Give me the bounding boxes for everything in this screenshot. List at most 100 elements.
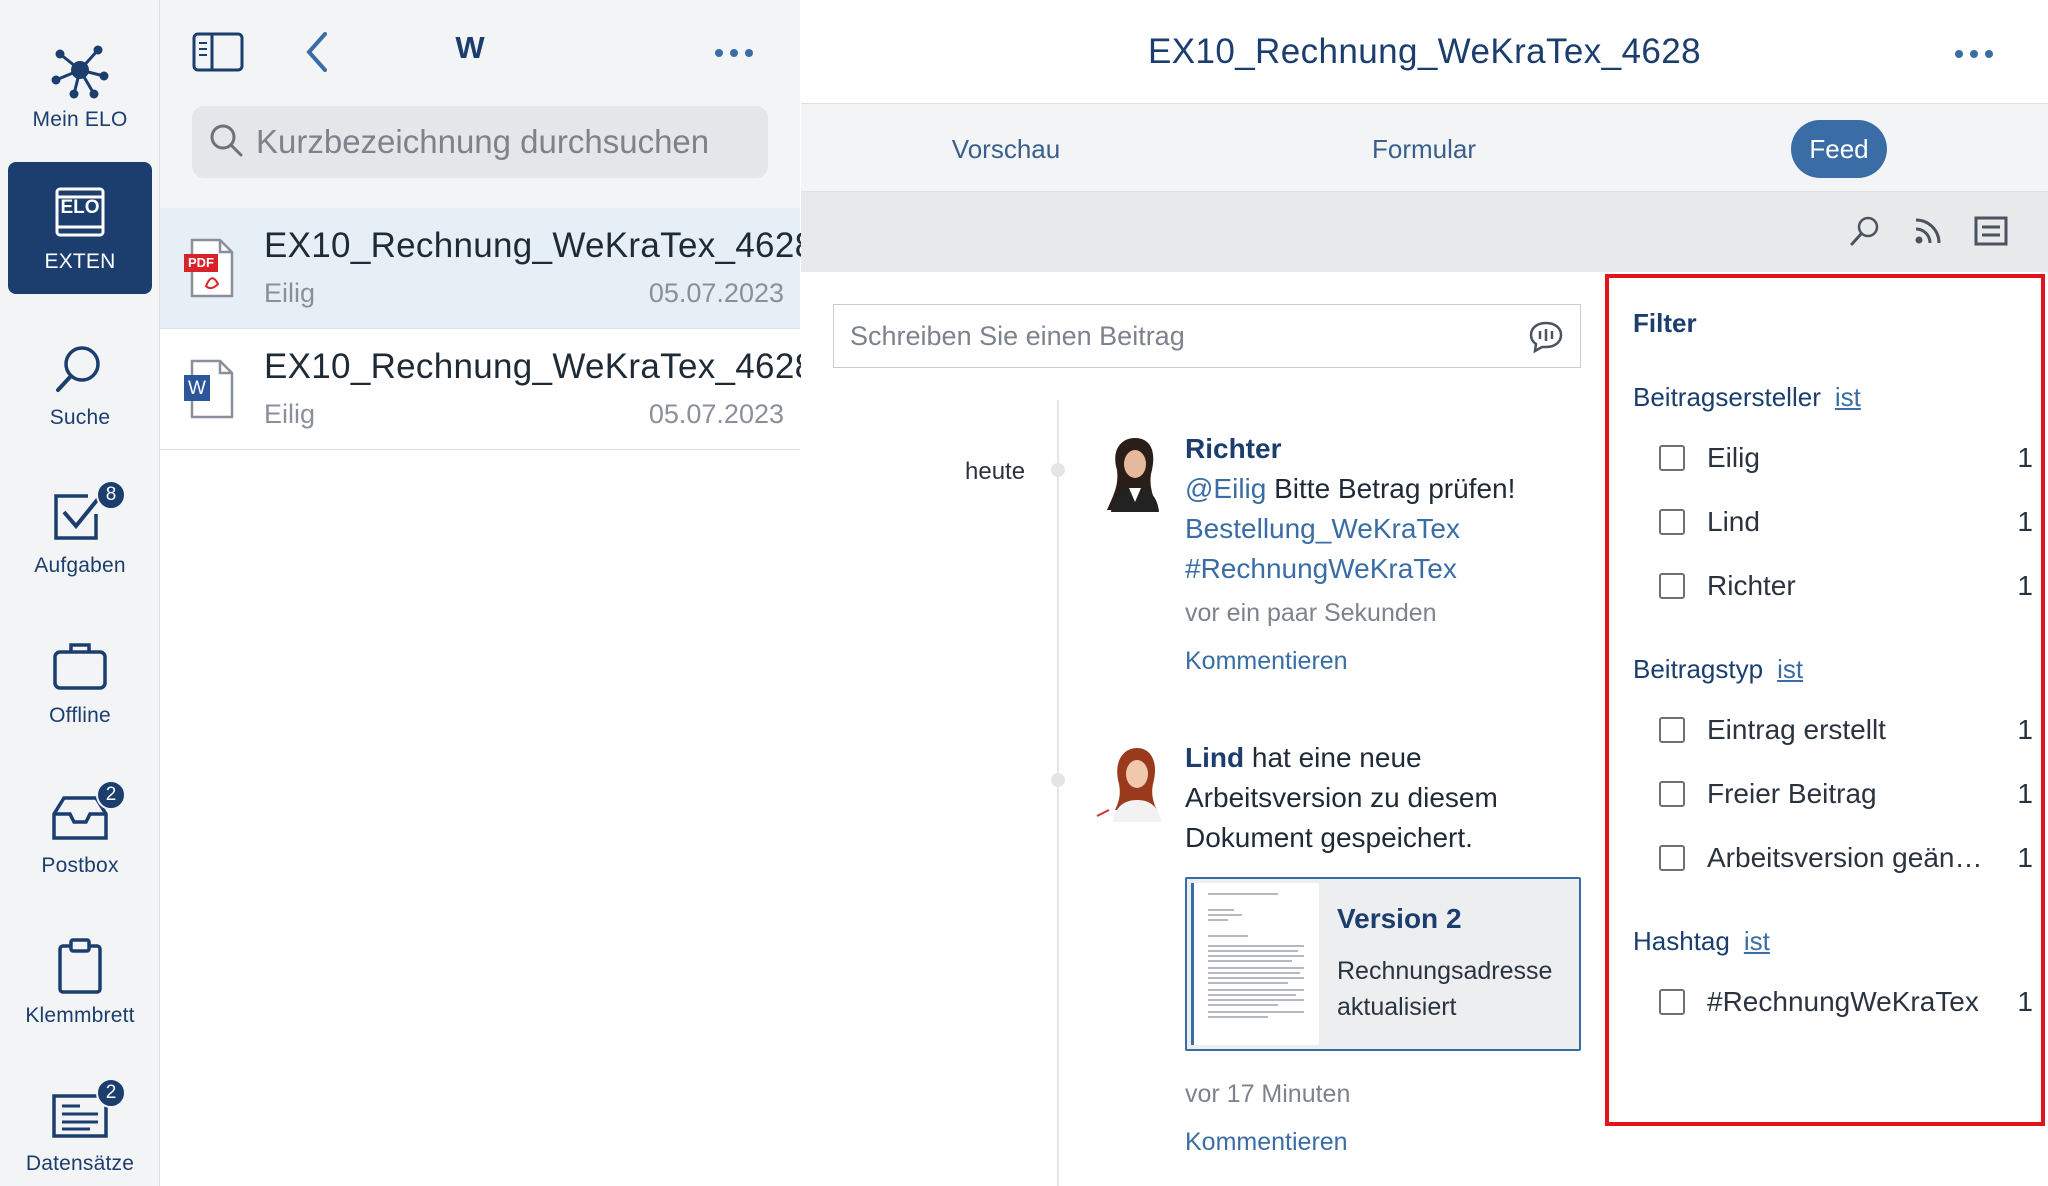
rail-label: Offline — [49, 704, 111, 727]
version-card[interactable]: Version 2 Rechnungsadresse aktualisiert — [1185, 877, 1581, 1051]
comment-button[interactable]: Kommentieren — [1185, 641, 1605, 681]
comment-button[interactable]: Kommentieren — [1185, 1122, 1605, 1162]
filter-panel: Filter Beitragsersteller ist Eilig 1 Lind… — [1605, 274, 2045, 1126]
rail-item-offline[interactable]: Offline — [8, 616, 152, 748]
chevron-left-icon — [301, 30, 331, 79]
task-count-badge: 8 — [96, 480, 126, 510]
day-label: heute — [965, 458, 1026, 485]
checkbox[interactable] — [1659, 845, 1685, 871]
filter-title: Filter — [1633, 308, 1697, 338]
checkbox[interactable] — [1659, 989, 1685, 1015]
filter-group-name: Beitragstyp — [1633, 654, 1764, 684]
elo-icon-text: ELO — [60, 197, 100, 218]
tab-formular[interactable]: Formular — [1319, 120, 1529, 178]
detail-panel: EX10_Rechnung_WeKraTex_4628 Vorschau For… — [801, 0, 2048, 1186]
feed-entry: Richter @Eilig Bitte Betrag prüfen! Best… — [1185, 429, 1605, 681]
filter-option-eintrag-erstellt[interactable]: Eintrag erstellt 1 — [1659, 710, 2033, 750]
avatar[interactable] — [1093, 430, 1175, 512]
filter-option-count: 1 — [2017, 842, 2033, 873]
mention-link[interactable]: @Eilig — [1185, 473, 1266, 504]
document-owner: Eilig — [264, 278, 316, 308]
filter-list-icon — [1974, 216, 2008, 251]
filter-option-lind[interactable]: Lind 1 — [1659, 502, 2033, 542]
search-icon — [208, 122, 244, 163]
checkbox[interactable] — [1659, 445, 1685, 471]
feed-author[interactable]: Richter — [1185, 433, 1281, 464]
page-title: EX10_Rechnung_WeKraTex_4628 — [1147, 32, 1702, 71]
rail-item-suche[interactable]: Suche — [8, 318, 152, 450]
list-more-button[interactable] — [704, 26, 764, 82]
avatar[interactable] — [1093, 740, 1175, 822]
document-date: 05.07.2023 — [648, 278, 784, 308]
feed-toolbar — [801, 192, 2048, 272]
feed-text: Bitte Betrag prüfen! — [1266, 473, 1516, 504]
tab-feed[interactable]: Feed — [1791, 120, 1887, 178]
feed-subscribe-button[interactable] — [1905, 210, 1951, 256]
clipboard-icon — [48, 936, 112, 996]
records-count-badge: 2 — [96, 1078, 126, 1108]
document-thumbnail — [1191, 883, 1319, 1045]
elo-archive-icon: ELO — [48, 182, 112, 242]
feed-entry-footer: vor 17 Minuten Kommentieren — [1185, 1070, 1605, 1162]
filter-option-label: Lind — [1707, 506, 1760, 537]
filter-option-freier-beitrag[interactable]: Freier Beitrag 1 — [1659, 774, 2033, 814]
checkbox[interactable] — [1659, 781, 1685, 807]
checkbox[interactable] — [1659, 573, 1685, 599]
filter-option-eilig[interactable]: Eilig 1 — [1659, 438, 2033, 478]
rail-item-aufgaben[interactable]: 8 Aufgaben — [8, 466, 152, 598]
feed-author[interactable]: Lind — [1185, 742, 1244, 773]
filter-option-hashtag-rechnungwekratex[interactable]: #RechnungWeKraTex 1 — [1659, 982, 2033, 1022]
list-header: W — [160, 0, 800, 208]
filter-option-richter[interactable]: Richter 1 — [1659, 566, 2033, 606]
post-input[interactable] — [850, 320, 1490, 352]
list-empty-area — [160, 450, 800, 1186]
rail-label: Datensätze — [25, 1152, 135, 1175]
word-file-icon: W — [184, 359, 236, 421]
toggle-sidebar-button[interactable] — [188, 26, 248, 82]
detail-more-button[interactable] — [1944, 30, 2004, 80]
feed-search-button[interactable] — [1842, 210, 1888, 256]
post-composer[interactable] — [833, 304, 1581, 368]
pdf-file-icon: PDF — [184, 238, 236, 300]
rail-item-postbox[interactable]: 2 Postbox — [8, 766, 152, 898]
tasks-check-icon: 8 — [48, 480, 126, 546]
rail-item-mein-elo[interactable]: Mein ELO — [8, 20, 152, 152]
filter-option-label: Arbeitsversion geän… — [1707, 842, 1983, 873]
search-input[interactable] — [256, 123, 756, 161]
search-bar[interactable] — [192, 106, 768, 178]
tab-bar: Vorschau Formular Feed — [801, 104, 2048, 192]
list-item[interactable]: W EX10_Rechnung_WeKraTex_4628 Eilig 05.0… — [160, 329, 814, 450]
detail-header: EX10_Rechnung_WeKraTex_4628 — [801, 0, 2048, 104]
filter-operator-link[interactable]: ist — [1744, 926, 1770, 956]
version-description: Rechnungsadresse aktualisiert — [1337, 957, 1553, 1021]
checkbox[interactable] — [1659, 717, 1685, 743]
filter-operator-link[interactable]: ist — [1835, 382, 1861, 412]
postbox-count-badge: 2 — [96, 780, 126, 810]
rail-item-exten[interactable]: ELO EXTEN — [8, 162, 152, 294]
filter-option-label: #RechnungWeKraTex — [1707, 986, 1979, 1017]
document-title: EX10_Rechnung_WeKraTex_4628 — [264, 347, 815, 386]
briefcase-icon — [48, 636, 112, 696]
rail-item-klemmbrett[interactable]: Klemmbrett — [8, 916, 152, 1048]
filter-group-beitragsersteller: Beitragsersteller ist — [1633, 382, 1861, 413]
filter-option-arbeitsversion[interactable]: Arbeitsversion geän… 1 — [1659, 838, 2033, 878]
checkbox[interactable] — [1659, 509, 1685, 535]
filter-option-count: 1 — [2017, 442, 2033, 473]
document-link[interactable]: Bestellung_WeKraTex — [1185, 509, 1605, 549]
inbox-tray-icon: 2 — [48, 780, 126, 846]
filter-option-count: 1 — [2017, 714, 2033, 745]
back-button[interactable] — [286, 26, 346, 82]
tab-vorschau[interactable]: Vorschau — [901, 120, 1111, 178]
filter-operator-link[interactable]: ist — [1777, 654, 1803, 684]
network-icon — [48, 40, 112, 100]
filter-group-hashtag: Hashtag ist — [1633, 926, 1770, 957]
rail-label: Suche — [49, 406, 111, 429]
search-icon — [1849, 215, 1881, 252]
list-item[interactable]: PDF EX10_Rechnung_WeKraTex_4628 Eilig 05… — [160, 208, 814, 329]
records-icon: 2 — [48, 1078, 126, 1144]
rail-item-datensaetze[interactable]: 2 Datensätze — [8, 1064, 152, 1186]
hashtag-link[interactable]: #RechnungWeKraTex — [1185, 549, 1605, 589]
document-list-panel: W PDF EX10_Rechnung_WeKraTex_4628 Eilig … — [160, 0, 814, 1186]
list-title: W — [455, 30, 485, 65]
feed-filter-toggle-button[interactable] — [1968, 210, 2014, 256]
